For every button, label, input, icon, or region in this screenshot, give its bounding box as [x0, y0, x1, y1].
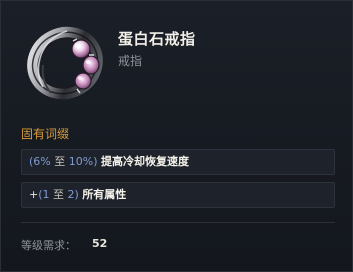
level-requirement-value: 52 — [92, 237, 108, 250]
item-name: 蛋白石戒指 — [118, 30, 196, 48]
level-requirement-label: 等级需求： — [21, 239, 76, 252]
affix-range-to: 至 — [54, 155, 66, 168]
opal-ring-icon — [21, 15, 113, 107]
item-tooltip: 蛋白石戒指 戒指 固有词缀 (6% 至 10%) 提高冷却恢复速度 +(1 至 … — [0, 0, 353, 272]
affix-range-close: ) — [93, 155, 98, 168]
divider — [21, 222, 335, 223]
implicit-affixes-title: 固有词缀 — [21, 127, 70, 141]
affix-cooldown-recovery[interactable]: (6% 至 10%) 提高冷却恢复速度 — [21, 149, 335, 175]
affix-plus-sign: + — [29, 188, 39, 201]
affix-range-max: 10% — [68, 155, 94, 168]
affix-stat-name: 提高冷却恢复速度 — [101, 155, 189, 168]
affix-range-to: 至 — [53, 188, 65, 201]
affix-stat-name: 所有属性 — [82, 188, 127, 201]
affix-range-min: 1 — [42, 188, 50, 201]
affix-all-attributes[interactable]: +(1 至 2) 所有属性 — [21, 182, 335, 208]
affix-range-max: 2 — [67, 188, 75, 201]
item-header: 蛋白石戒指 戒指 — [1, 1, 352, 113]
item-type: 戒指 — [118, 54, 143, 68]
affix-range-min: 6% — [33, 155, 51, 168]
affix-range-close: ) — [74, 188, 79, 201]
